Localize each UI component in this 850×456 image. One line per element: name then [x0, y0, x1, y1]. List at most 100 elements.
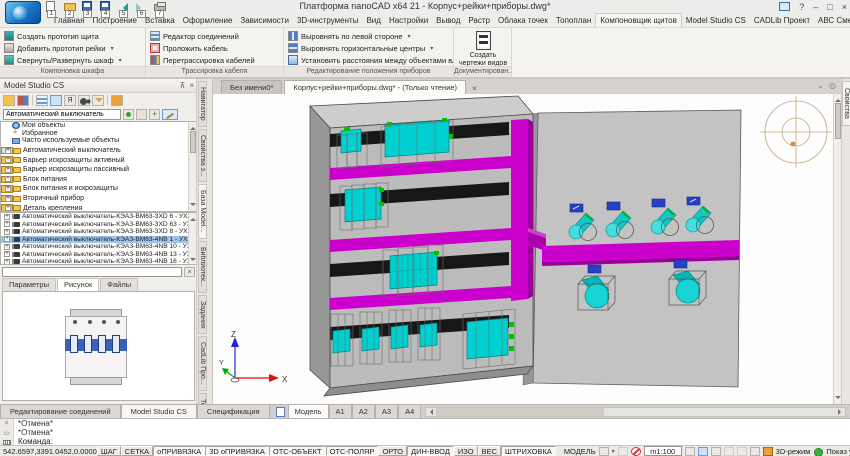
ribbon-tab[interactable]: Топоплан [552, 14, 595, 27]
status-toggle-button[interactable]: ОТС-ПОЛЯР [326, 446, 379, 456]
panel-header[interactable]: Model Studio CS ⊼× [0, 79, 197, 93]
import-objects-icon[interactable] [111, 95, 123, 106]
align-horizontal-centers-button[interactable]: Выровнять горизонтальные центры [288, 43, 449, 53]
layout-tab[interactable]: Модель [288, 404, 329, 418]
group-title[interactable]: Компоновка шкафа [0, 66, 145, 77]
tab-list-dropdown-icon[interactable]: ⌄ [817, 81, 824, 90]
minimize-button[interactable]: – [813, 2, 818, 12]
list-item[interactable]: Автоматический выключатель-КЭАЗ-ВМ63-4NB… [1, 251, 196, 259]
redo-button[interactable]: 6 [136, 1, 148, 12]
tree-item[interactable]: Мои объекты [1, 122, 196, 130]
vertical-scrollbar[interactable] [833, 94, 841, 404]
sync-base-icon[interactable] [17, 95, 29, 106]
status-toggle-button[interactable]: ШАГ [97, 446, 121, 456]
show-nodes-icon[interactable] [813, 447, 823, 456]
sheet-icon[interactable] [599, 447, 609, 456]
panel-tab[interactable]: Параметры [2, 278, 56, 291]
ribbon-tab[interactable]: Построение [88, 14, 141, 27]
status-toggle-button[interactable]: СЕТКА [121, 446, 153, 456]
zoom-icon[interactable] [698, 447, 708, 456]
expander-icon[interactable] [5, 167, 11, 173]
help-button[interactable]: ? [799, 2, 804, 12]
close-command-icon[interactable]: × [4, 420, 8, 427]
ribbon-tab[interactable]: Зависимости [236, 14, 293, 27]
save-button[interactable]: 3 [82, 1, 94, 12]
ribbon-tab[interactable]: Облака точек [494, 14, 552, 27]
catalog-icon[interactable] [136, 109, 147, 120]
create-view-drawings-button[interactable]: Создать чертежи видов [458, 31, 508, 66]
3d-model-drawing[interactable]: Z X Y [213, 94, 833, 404]
ribbon-tab[interactable]: Вид [362, 14, 384, 27]
expander-icon[interactable] [4, 244, 10, 250]
side-tab[interactable]: Библиотек... [198, 241, 207, 293]
layout-tab[interactable]: А3 [375, 404, 398, 418]
no-entry-icon[interactable] [631, 447, 641, 456]
ribbon-tab[interactable]: Настройки [385, 14, 432, 27]
new-file-button[interactable]: 1 [46, 1, 58, 12]
navigation-compass[interactable] [760, 96, 832, 168]
layout-tab[interactable]: А1 [329, 404, 352, 418]
list-filter-input[interactable] [2, 267, 182, 277]
tree-item[interactable]: Деталь крепления [1, 204, 13, 212]
pin-icon[interactable]: ⊼ [179, 79, 185, 92]
panel-tab[interactable]: Файлы [100, 278, 138, 291]
dock-tab[interactable]: Model Studio CS [121, 404, 197, 418]
maximize-button[interactable]: □ [827, 2, 832, 12]
side-tab[interactable]: Свойства з... [198, 129, 207, 183]
expander-icon[interactable] [4, 236, 10, 242]
save-as-button[interactable]: 4 [100, 1, 112, 12]
space-dropdown-icon[interactable]: ▾ [612, 448, 615, 455]
list-item[interactable]: Автоматический выключатель-КЭАЗ-ВМ63-4NB… [1, 258, 196, 265]
3d-mode-icon[interactable] [763, 447, 773, 456]
pan-icon[interactable] [685, 447, 695, 456]
panel-close-icon[interactable]: × [189, 79, 194, 92]
tree-scrollbar[interactable] [188, 122, 196, 211]
edit-filter-icon[interactable] [162, 109, 178, 120]
side-tab[interactable]: Навигатор [198, 81, 207, 127]
group-title[interactable]: Редактирование положения приборов [284, 66, 453, 77]
ribbon-tab[interactable]: Компоновщик щитов [595, 13, 682, 27]
ribbon-tab[interactable]: Растр [464, 14, 494, 27]
group-title[interactable]: Документирован... [454, 66, 511, 77]
expander-icon[interactable] [5, 148, 11, 154]
create-panel-prototype-button[interactable]: Создать прототип щита [4, 31, 141, 41]
status-toggle-button[interactable]: ИЗО [454, 446, 478, 456]
side-tab[interactable]: Задания [198, 295, 207, 335]
scroll-thumb[interactable] [436, 408, 603, 416]
print-button[interactable]: 7 [154, 1, 166, 12]
ribbon-collapse-icon[interactable]: ◎ [829, 81, 836, 90]
tree-item[interactable]: Барьер искрозащиты пассивный [1, 166, 13, 174]
expander-icon[interactable] [5, 186, 11, 192]
list-item[interactable]: Автоматический выключатель-КЭАЗ-ВМ63-3XD… [1, 228, 196, 236]
group-title[interactable]: Трассировка кабеля [146, 66, 283, 77]
expander-icon[interactable] [4, 259, 10, 265]
filter-funnel-icon[interactable] [92, 95, 104, 106]
route-cable-button[interactable]: Проложить кабель [150, 43, 279, 53]
undo-button[interactable]: 5 [118, 1, 130, 12]
tree-item[interactable]: Вторичный прибор [1, 195, 13, 203]
expander-icon[interactable] [4, 229, 10, 235]
tree-item[interactable]: Блок питания [1, 176, 13, 184]
connection-editor-button[interactable]: Редактор соединений [150, 31, 279, 41]
list-scrollbar[interactable] [188, 213, 196, 265]
ribbon-tab[interactable]: 3D-инструменты [293, 14, 363, 27]
expander-icon[interactable] [4, 251, 10, 257]
pencil-icon[interactable] [618, 447, 628, 456]
close-button[interactable]: × [842, 2, 847, 12]
document-tab[interactable]: Без имени0* [221, 80, 282, 94]
add-rail-prototype-button[interactable]: Добавить прототип рейки [4, 43, 141, 53]
expander-icon[interactable] [5, 205, 11, 211]
status-toggle-button[interactable]: ВЕС [478, 446, 501, 456]
properties-side-tab[interactable]: Свойства [842, 81, 850, 126]
tree-item[interactable]: Барьер искрозащиты активный [1, 156, 13, 164]
list-item[interactable]: Автоматический выключатель-КЭАЗ-ВМ63-3XD… [1, 213, 196, 221]
prev-view-icon[interactable] [724, 447, 734, 456]
ribbon-tab[interactable]: Вывод [432, 14, 464, 27]
ribbon-tab[interactable]: АВС Сметы [814, 14, 850, 27]
space-label[interactable]: МОДЕЛЬ [564, 447, 596, 456]
dock-tab[interactable]: Редактирование соединений [0, 404, 121, 418]
close-document-icon[interactable]: × [468, 83, 481, 94]
dock-tab[interactable]: Спецификация [197, 404, 270, 418]
status-toggle-button[interactable]: ДИН-ВВОД [407, 446, 454, 456]
status-toggle-button[interactable]: ОРТО [378, 446, 407, 456]
